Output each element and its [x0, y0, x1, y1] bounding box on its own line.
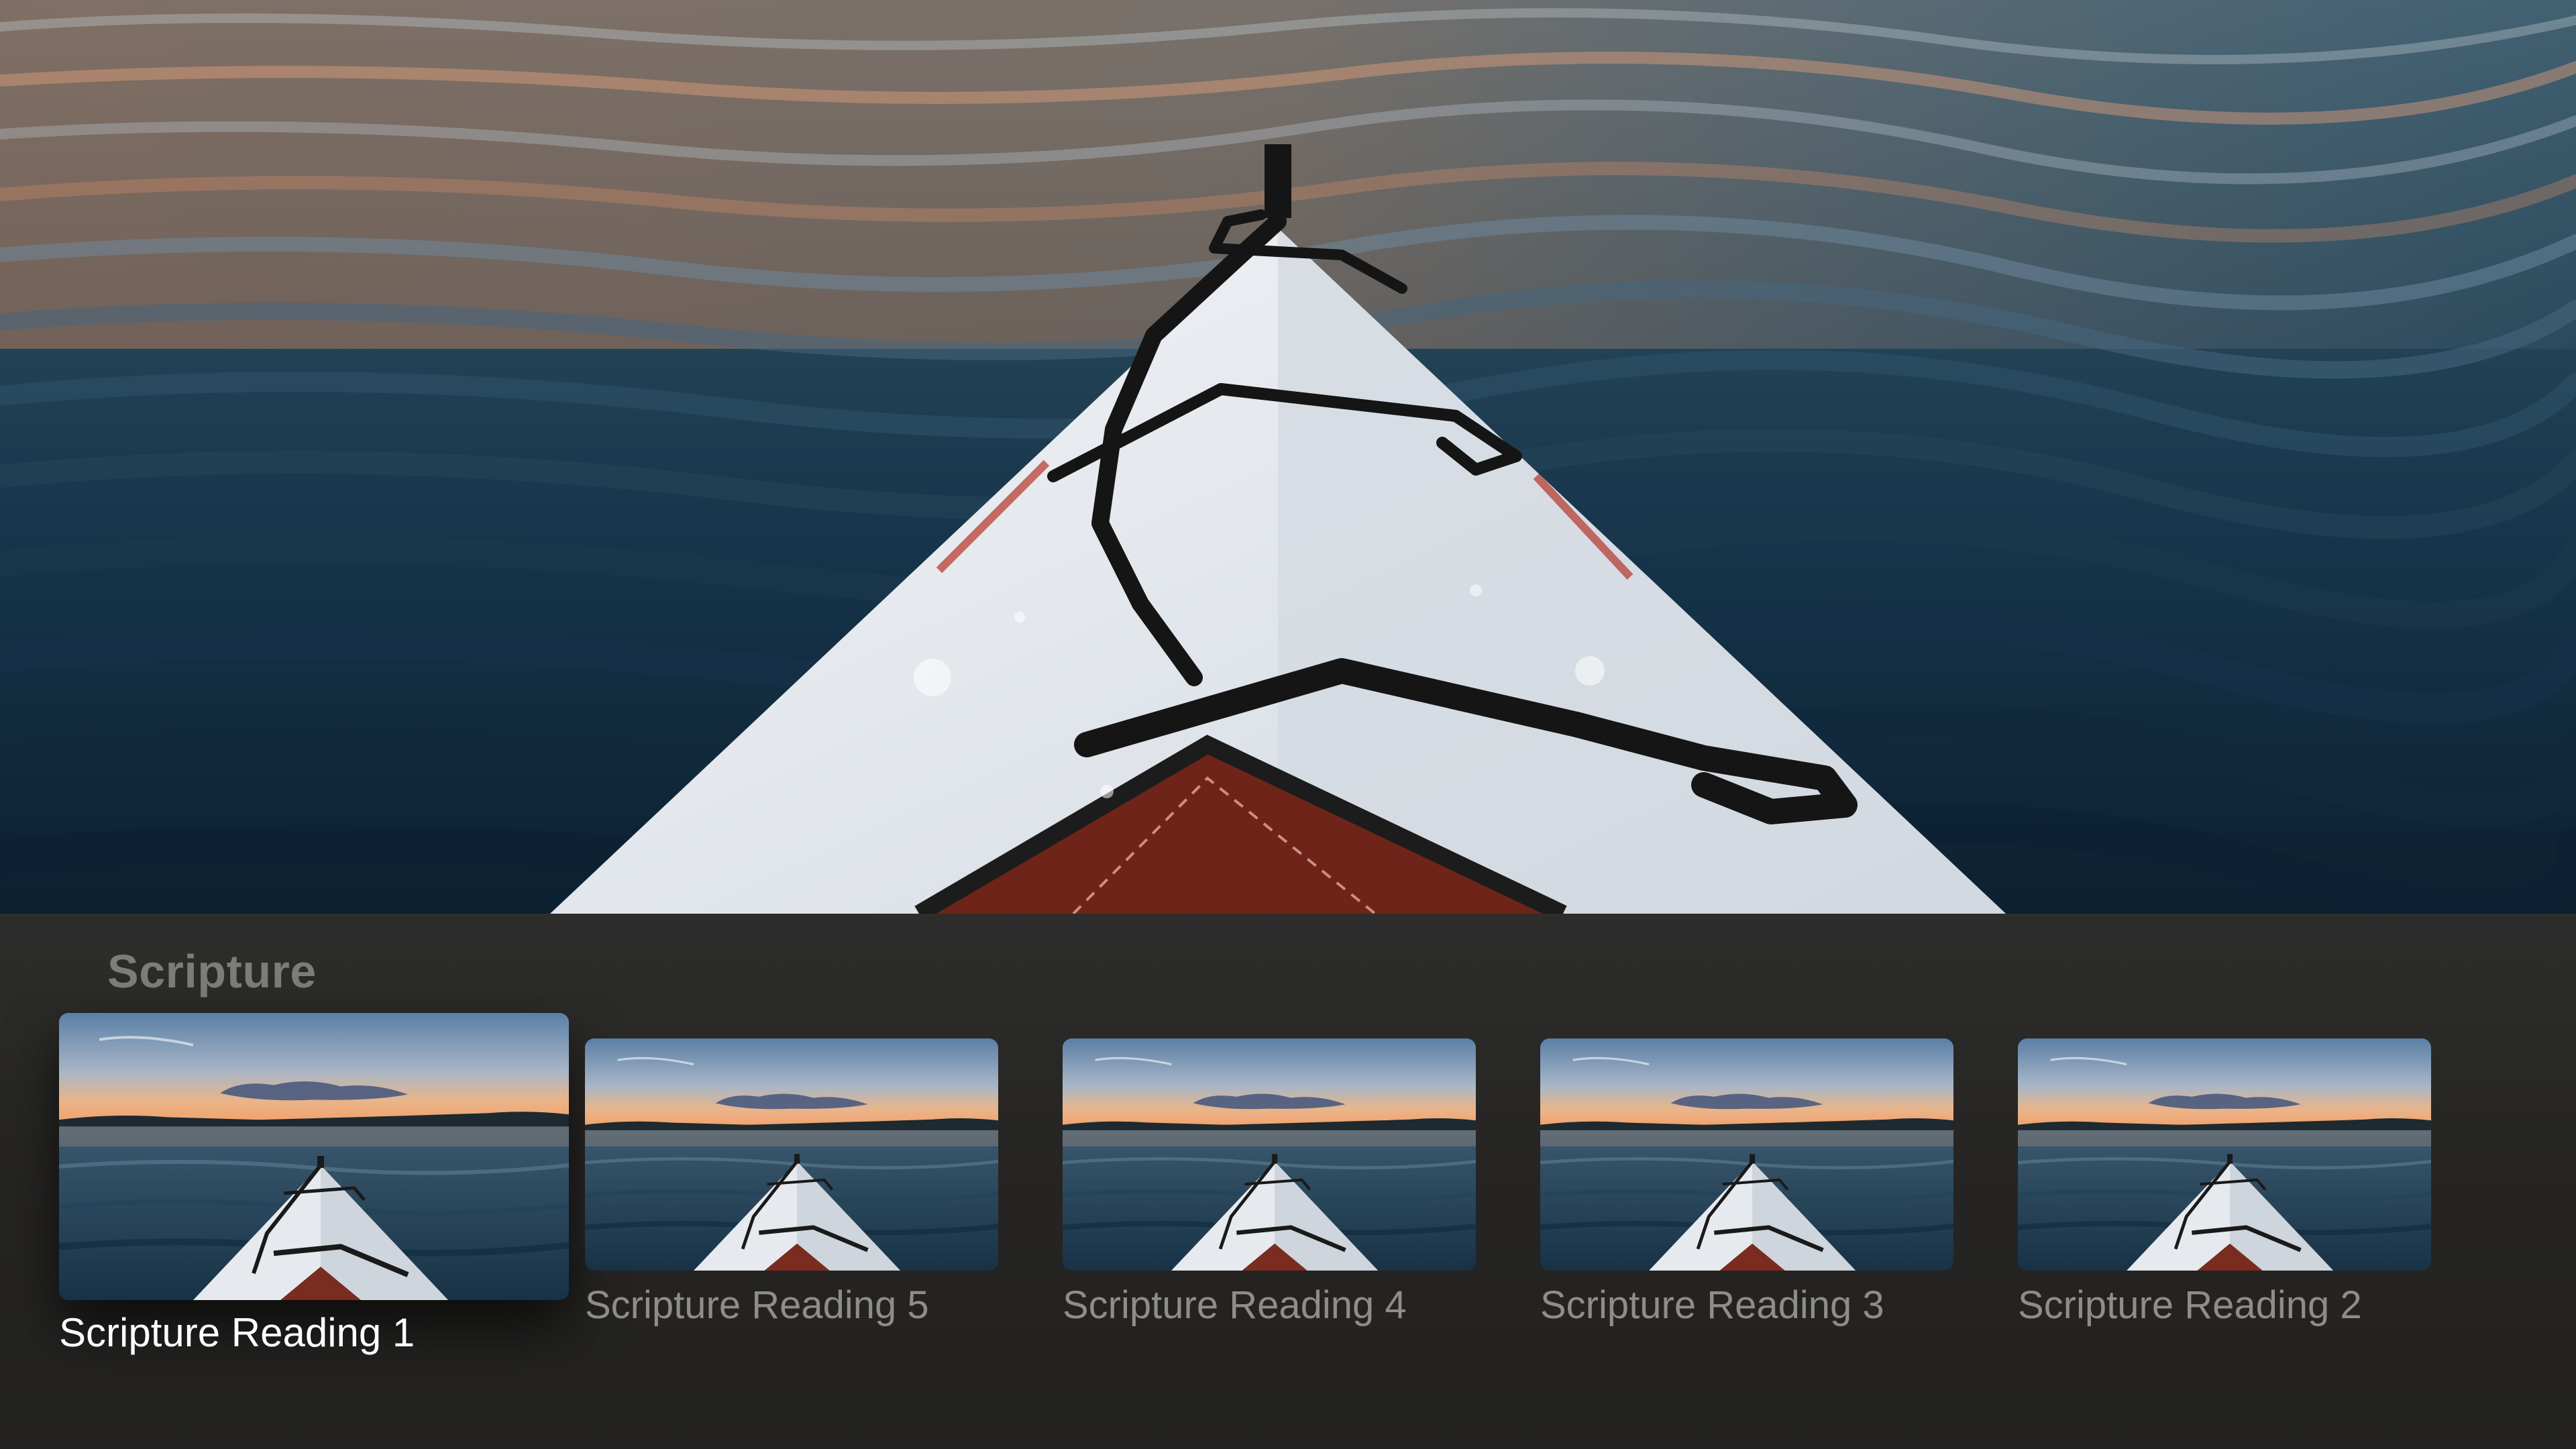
- kayak-thumbnail-image: [1540, 1038, 1953, 1271]
- hero-kayak-image: [0, 0, 2576, 914]
- tile-label: Scripture Reading 4: [1063, 1283, 1407, 1327]
- tile-thumbnail: [59, 1013, 569, 1300]
- tile-label: Scripture Reading 3: [1540, 1283, 1884, 1327]
- tile-thumbnail: [2018, 1038, 2431, 1271]
- kayak-thumbnail-image: [2018, 1038, 2431, 1271]
- kayak-thumbnail-image: [585, 1038, 998, 1271]
- tile-thumbnail: [1063, 1038, 1476, 1271]
- shelf-title: Scripture: [107, 945, 317, 998]
- kayak-thumbnail-image: [59, 1013, 569, 1300]
- tv-app-screen: Scripture Scripture Reading 1 Scripture …: [0, 0, 2576, 1449]
- kayak-thumbnail-image: [1063, 1038, 1476, 1271]
- tile-label: Scripture Reading 1: [59, 1310, 415, 1355]
- tile-thumbnail: [1540, 1038, 1953, 1271]
- tile-label: Scripture Reading 5: [585, 1283, 929, 1327]
- content-shelf: Scripture Scripture Reading 1 Scripture …: [0, 914, 2576, 1449]
- tile-thumbnail: [585, 1038, 998, 1271]
- hero-kayak-artwork: [0, 0, 2576, 914]
- tile-label: Scripture Reading 2: [2018, 1283, 2362, 1327]
